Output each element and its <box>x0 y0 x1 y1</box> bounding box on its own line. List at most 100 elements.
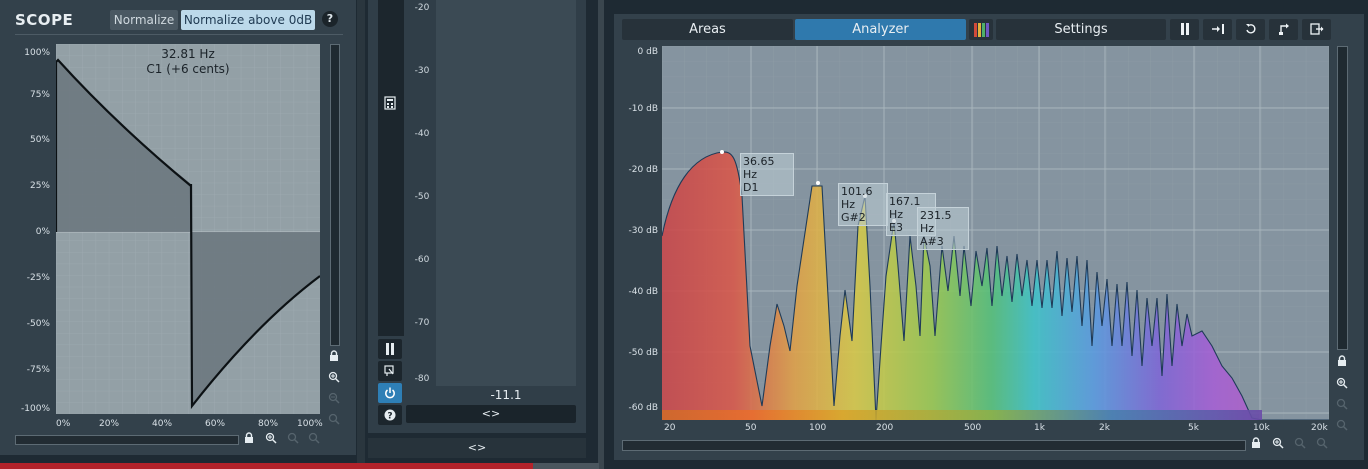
zoom-in-icon[interactable] <box>327 371 341 385</box>
spectrum-freq-label: 20 <box>664 423 676 433</box>
bottom-expand-button[interactable]: <> <box>368 438 586 458</box>
normalize-button[interactable]: Normalize <box>110 10 178 30</box>
spectrum-freq-label: 50 <box>745 423 757 433</box>
zoom-reset-icon[interactable] <box>1335 419 1349 433</box>
lock-icon[interactable] <box>1249 437 1263 451</box>
spectrum-db-label: -60 dB <box>628 403 658 413</box>
cursor-note-readout: C1 (+6 cents) <box>146 62 230 76</box>
panel-divider[interactable] <box>598 0 604 469</box>
power-icon <box>385 387 395 399</box>
color-bars-icon <box>974 23 989 37</box>
spectrum-db-label: -50 dB <box>628 348 658 358</box>
power-button[interactable] <box>378 383 402 403</box>
scope-y-label: -25% <box>26 273 50 283</box>
export-button[interactable] <box>1302 19 1331 40</box>
spectrum-freq-label: 500 <box>964 423 982 433</box>
spectrum-freq-label: 1k <box>1034 423 1045 433</box>
scope-y-label: 75% <box>29 90 50 100</box>
meter-db-label: -50 <box>414 192 430 202</box>
analyzer-pause-button[interactable] <box>1170 19 1199 40</box>
scope-y-label: 50% <box>29 135 50 145</box>
peak-label: 231.5 Hz A#3 <box>917 207 969 250</box>
scope-title: SCOPE <box>15 11 74 29</box>
calculator-icon[interactable] <box>383 95 397 110</box>
tab-areas[interactable]: Areas <box>622 19 793 40</box>
zoom-out-icon[interactable] <box>286 432 300 446</box>
scope-x-label: 60% <box>205 419 226 429</box>
peak-note: A#3 <box>920 235 944 248</box>
lock-icon[interactable] <box>327 350 341 364</box>
level-meter-strip <box>378 0 404 336</box>
panel-divider[interactable] <box>357 0 365 469</box>
zoom-out-icon[interactable] <box>327 392 341 406</box>
scope-y-label: -50% <box>26 319 50 329</box>
spectrum-freq-label: 5k <box>1188 423 1199 433</box>
flag-button[interactable] <box>378 361 402 381</box>
zoom-in-icon[interactable] <box>1271 437 1285 451</box>
export-icon <box>1309 23 1323 35</box>
spectrum-horizontal-scrollbar[interactable] <box>622 440 1246 451</box>
scope-y-label: 25% <box>29 181 50 191</box>
meter-db-label: -60 <box>414 255 430 265</box>
peak-label: 101.6 Hz G#2 <box>838 183 888 226</box>
undo-button[interactable] <box>1269 19 1298 40</box>
zoom-reset-icon[interactable] <box>1315 437 1329 451</box>
zoom-in-icon[interactable] <box>264 432 278 446</box>
step-forward-button[interactable] <box>1203 19 1232 40</box>
svg-text:?: ? <box>387 412 392 422</box>
meter-value-readout: -11.1 <box>490 388 522 402</box>
scope-waveform-plot[interactable] <box>54 44 321 414</box>
scope-waveform <box>54 44 321 414</box>
meter-db-label: -30 <box>414 66 430 76</box>
peak-frequency: 231.5 Hz <box>920 209 952 235</box>
zoom-reset-icon[interactable] <box>307 432 321 446</box>
spectrum-analyzer-plot[interactable] <box>662 46 1329 420</box>
spectrum-freq-label: 20k <box>1311 423 1328 433</box>
reset-button[interactable] <box>1236 19 1265 40</box>
zoom-out-icon[interactable] <box>1293 437 1307 451</box>
help-button[interactable]: ? <box>378 405 402 425</box>
peak-frequency: 101.6 Hz <box>841 185 873 211</box>
zoom-reset-icon[interactable] <box>327 413 341 427</box>
title-divider <box>15 34 343 35</box>
scope-horizontal-scrollbar[interactable] <box>15 435 239 445</box>
normalize-above-0db-button[interactable]: Normalize above 0dB <box>181 10 315 30</box>
peak-frequency: 36.65 Hz <box>743 155 775 181</box>
spectrum-graph <box>662 46 1329 420</box>
spectrum-freq-label: 10k <box>1253 423 1270 433</box>
help-icon[interactable]: ? <box>322 11 338 27</box>
scope-y-label: -100% <box>21 404 50 414</box>
spectrum-freq-label: 200 <box>876 423 894 433</box>
pause-button[interactable] <box>378 339 402 359</box>
level-meter-display <box>436 0 576 386</box>
spectrum-db-label: -10 dB <box>628 104 658 114</box>
spectrum-vertical-scrollbar[interactable] <box>1337 46 1348 350</box>
meter-db-label: -80 <box>414 374 430 384</box>
tab-analyzer[interactable]: Analyzer <box>795 19 966 40</box>
meter-db-label: -70 <box>414 318 430 328</box>
scope-vertical-scrollbar[interactable] <box>330 44 340 346</box>
spectrum-db-label: -30 dB <box>628 226 658 236</box>
pause-icon <box>386 343 394 355</box>
meter-expand-button[interactable]: <> <box>406 405 576 423</box>
bottom-status-bar <box>0 463 533 469</box>
color-mode-button[interactable] <box>969 19 993 40</box>
scope-x-label: 80% <box>258 419 279 429</box>
zoom-out-icon[interactable] <box>1335 398 1349 412</box>
lock-icon[interactable] <box>1335 355 1349 369</box>
cursor-frequency-readout: 32.81 Hz <box>161 47 215 61</box>
peak-label: 36.65 Hz D1 <box>740 153 794 196</box>
tab-settings[interactable]: Settings <box>996 19 1166 40</box>
peak-note: G#2 <box>841 211 866 224</box>
spectrum-db-label: 0 dB <box>637 47 658 57</box>
spectrum-freq-label: 100 <box>809 423 827 433</box>
spectrum-db-label: -20 dB <box>628 165 658 175</box>
spectrum-db-label: -40 dB <box>628 287 658 297</box>
step-forward-icon <box>1211 24 1224 34</box>
zoom-in-icon[interactable] <box>1335 377 1349 391</box>
scope-x-label: 100% <box>297 419 323 429</box>
help-icon: ? <box>384 409 396 422</box>
scope-y-label: 100% <box>24 48 50 58</box>
peak-note: D1 <box>743 181 759 194</box>
lock-icon[interactable] <box>242 432 256 446</box>
